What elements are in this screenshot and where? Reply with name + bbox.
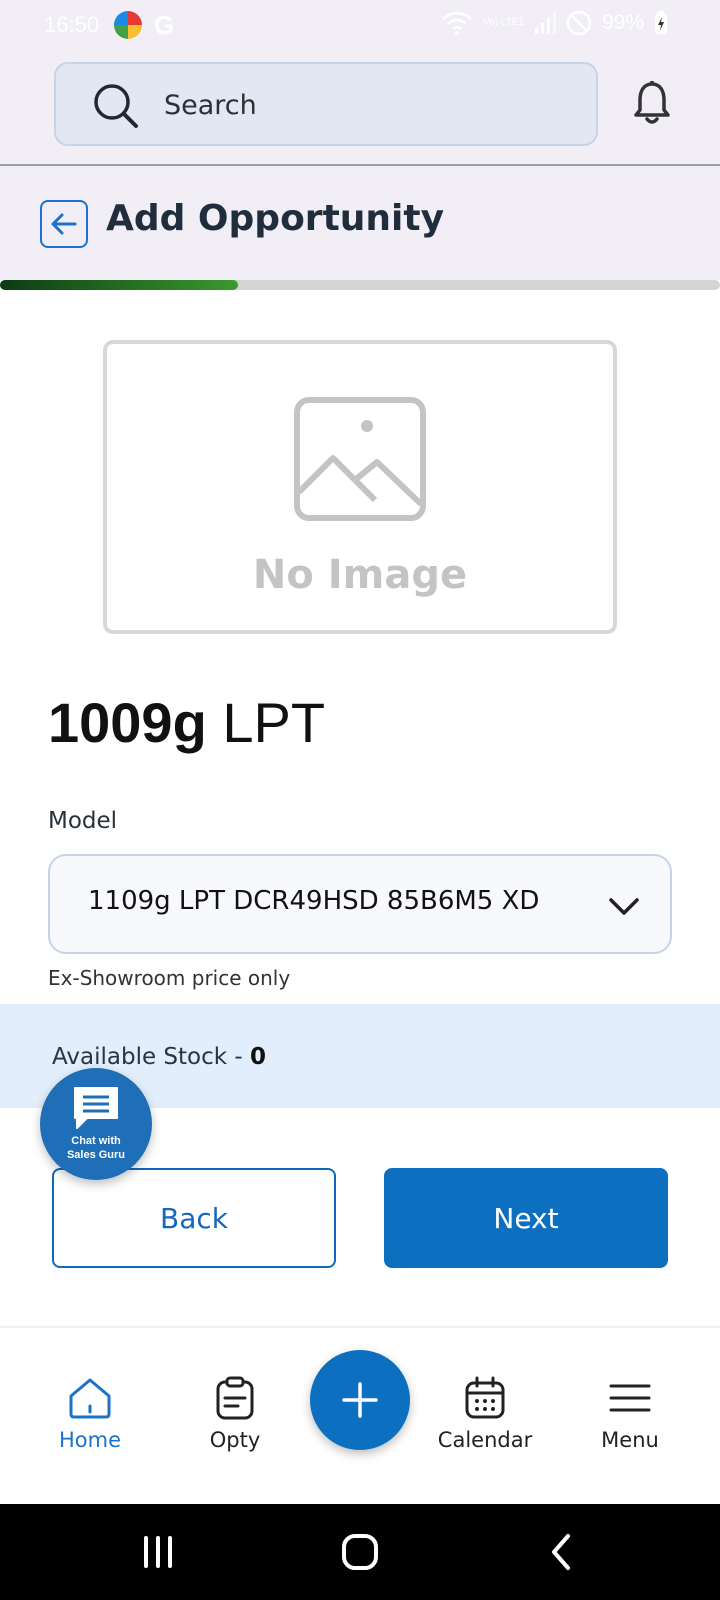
model-selected-value: 1109g LPT DCR49HSD 85B6M5 XD [88,886,540,916]
step-progress-bar [0,280,720,290]
model-label: Model [48,808,118,834]
nav-calendar[interactable]: Calendar [415,1376,555,1452]
product-name-rest: LPT [222,691,326,754]
app-header [0,50,720,166]
chat-label-line1: Chat with [71,1135,121,1147]
chevron-down-icon [609,898,639,915]
nav-menu-label: Menu [601,1428,659,1452]
arrow-left-icon [51,213,77,235]
chat-icon [74,1087,118,1129]
browser-app-icon [114,11,142,39]
add-button[interactable] [310,1350,410,1450]
bell-icon[interactable] [632,80,672,126]
home-system-icon[interactable] [340,1532,380,1572]
nav-home-label: Home [58,1428,121,1452]
back-system-icon[interactable] [542,1532,582,1572]
search-icon [94,84,138,128]
recent-apps-icon[interactable] [138,1532,178,1572]
product-name: 1009g LPT [48,690,325,755]
back-arrow-button[interactable] [40,200,88,248]
chat-sales-guru-button[interactable]: Chat with Sales Guru [40,1068,152,1180]
next-button[interactable]: Next [384,1168,668,1268]
available-stock-label: Available Stock - [52,1044,250,1070]
product-name-bold: 1009g [48,691,207,754]
wifi-icon [442,11,472,35]
clipboard-icon [216,1376,254,1420]
bottom-navigation: Home Opty Calendar Menu [0,1326,720,1504]
nav-menu[interactable]: Menu [560,1376,700,1452]
nav-calendar-label: Calendar [437,1428,533,1452]
status-time: 16:50 [44,12,100,37]
page-title: Add Opportunity [106,198,445,239]
system-navigation-bar [0,1504,720,1600]
battery-charging-icon [655,11,667,34]
hamburger-icon [609,1384,651,1412]
status-bar: 16:50 G Vo) LTE1 99% [0,0,720,50]
image-placeholder-icon [294,397,426,521]
search-input[interactable] [164,82,564,128]
nav-opty[interactable]: Opty [165,1376,305,1452]
signal-icon [534,13,556,34]
step-progress-fill [0,280,238,290]
search-bar[interactable] [54,62,598,146]
calendar-icon [465,1376,505,1419]
back-button[interactable]: Back [52,1168,336,1268]
status-icons: Vo) LTE1 99% [441,10,668,36]
network-label: Vo) LTE1 [483,17,524,28]
no-image-label: No Image [252,552,468,598]
nav-home[interactable]: Home [20,1376,160,1452]
plus-icon [342,1382,378,1418]
model-dropdown[interactable]: 1109g LPT DCR49HSD 85B6M5 XD [48,854,672,954]
available-stock-text: Available Stock - 0 [52,1044,266,1070]
available-stock-count: 0 [250,1044,267,1070]
title-bar: Add Opportunity [0,166,720,280]
do-not-disturb-icon [566,10,592,36]
google-icon: G [153,10,175,40]
chat-label-line2: Sales Guru [66,1149,126,1161]
nav-opty-label: Opty [209,1428,261,1452]
chat-label: Chat with Sales Guru [40,1134,152,1162]
home-icon [69,1378,111,1419]
price-note: Ex-Showroom price only [48,966,291,990]
product-image-placeholder: No Image [103,340,617,634]
battery-percent: 99% [601,11,644,34]
